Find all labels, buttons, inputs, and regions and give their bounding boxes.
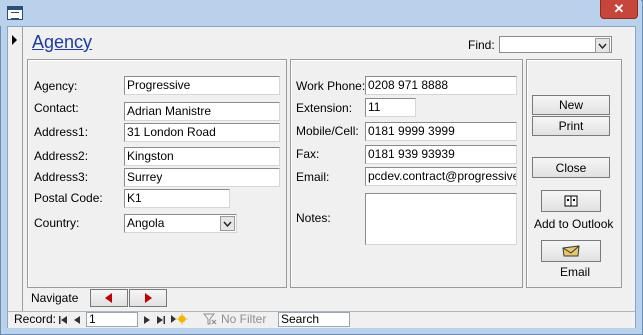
record-label: Record: bbox=[14, 312, 57, 326]
search-field[interactable]: Search bbox=[278, 312, 350, 327]
find-combo[interactable] bbox=[499, 36, 612, 53]
current-record-field[interactable]: 1 bbox=[86, 312, 138, 327]
record-selector[interactable] bbox=[8, 27, 23, 311]
triangle-left-icon bbox=[105, 293, 112, 303]
last-record-icon[interactable] bbox=[156, 315, 166, 325]
email-button-label: Email bbox=[560, 265, 591, 279]
print-button[interactable]: Print bbox=[532, 116, 610, 136]
country-combo[interactable]: Angola bbox=[124, 214, 237, 233]
envelope-icon bbox=[562, 245, 580, 257]
previous-record-icon[interactable] bbox=[72, 315, 82, 325]
address2-field[interactable]: Kingston bbox=[124, 147, 280, 166]
notes-label: Notes: bbox=[296, 211, 331, 225]
address1-field[interactable]: 31 London Road bbox=[124, 123, 280, 142]
triangle-right-icon bbox=[145, 293, 152, 303]
close-button[interactable]: Close bbox=[532, 157, 610, 178]
add-to-outlook-label: Add to Outlook bbox=[534, 217, 614, 231]
email-field[interactable]: pcdev.contract@progressive.c bbox=[365, 167, 517, 186]
work-phone-field[interactable]: 0208 971 8888 bbox=[365, 76, 517, 95]
navigate-next-button[interactable] bbox=[129, 289, 167, 307]
add-to-outlook-button[interactable] bbox=[541, 190, 601, 212]
country-value: Angola bbox=[127, 216, 165, 230]
find-dropdown-button[interactable] bbox=[595, 38, 610, 53]
find-label: Find: bbox=[468, 38, 495, 52]
work-phone-label: Work Phone: bbox=[296, 79, 366, 93]
contact-field[interactable]: Adrian Manistre bbox=[124, 102, 280, 121]
address1-label: Address1: bbox=[34, 125, 89, 139]
fax-label: Fax: bbox=[296, 147, 320, 161]
fax-field[interactable]: 0181 939 93939 bbox=[365, 145, 517, 164]
country-dropdown-button[interactable] bbox=[220, 216, 235, 231]
filter-icon[interactable] bbox=[203, 313, 217, 325]
agency-field[interactable]: Progressive bbox=[124, 76, 280, 95]
postal-code-label: Postal Code: bbox=[34, 191, 103, 205]
navigate-controls bbox=[90, 289, 167, 307]
country-label: Country: bbox=[34, 216, 80, 230]
address3-field[interactable]: Surrey bbox=[124, 168, 280, 187]
email-button[interactable] bbox=[541, 240, 601, 262]
new-record-icon[interactable] bbox=[170, 313, 190, 325]
form-title[interactable]: Agency bbox=[32, 32, 92, 53]
navigate-previous-button[interactable] bbox=[90, 289, 128, 307]
form-icon[interactable] bbox=[7, 6, 23, 20]
chevron-down-icon bbox=[598, 43, 607, 49]
address2-label: Address2: bbox=[34, 149, 89, 163]
next-record-icon[interactable] bbox=[142, 315, 152, 325]
mobile-label: Mobile/Cell: bbox=[296, 124, 359, 138]
window-close-button[interactable]: ✕ bbox=[600, 0, 638, 19]
address-book-icon bbox=[564, 195, 578, 207]
mobile-field[interactable]: 0181 9999 3999 bbox=[365, 122, 517, 141]
address3-label: Address3: bbox=[34, 170, 89, 184]
navigate-label: Navigate bbox=[31, 291, 79, 305]
no-filter-label[interactable]: No Filter bbox=[221, 312, 266, 326]
notes-field[interactable] bbox=[365, 193, 517, 245]
first-record-icon[interactable] bbox=[58, 315, 68, 325]
contact-label: Contact: bbox=[34, 101, 79, 115]
extension-label: Extension: bbox=[296, 101, 353, 115]
postal-code-field[interactable]: K1 bbox=[124, 189, 230, 208]
extension-field[interactable]: 11 bbox=[365, 98, 416, 117]
agency-label: Agency: bbox=[34, 79, 78, 93]
chevron-down-icon bbox=[223, 221, 232, 227]
email-label: Email: bbox=[296, 170, 330, 184]
title-bar bbox=[0, 0, 641, 26]
new-button[interactable]: New bbox=[532, 95, 610, 115]
current-record-arrow-icon bbox=[12, 35, 17, 45]
